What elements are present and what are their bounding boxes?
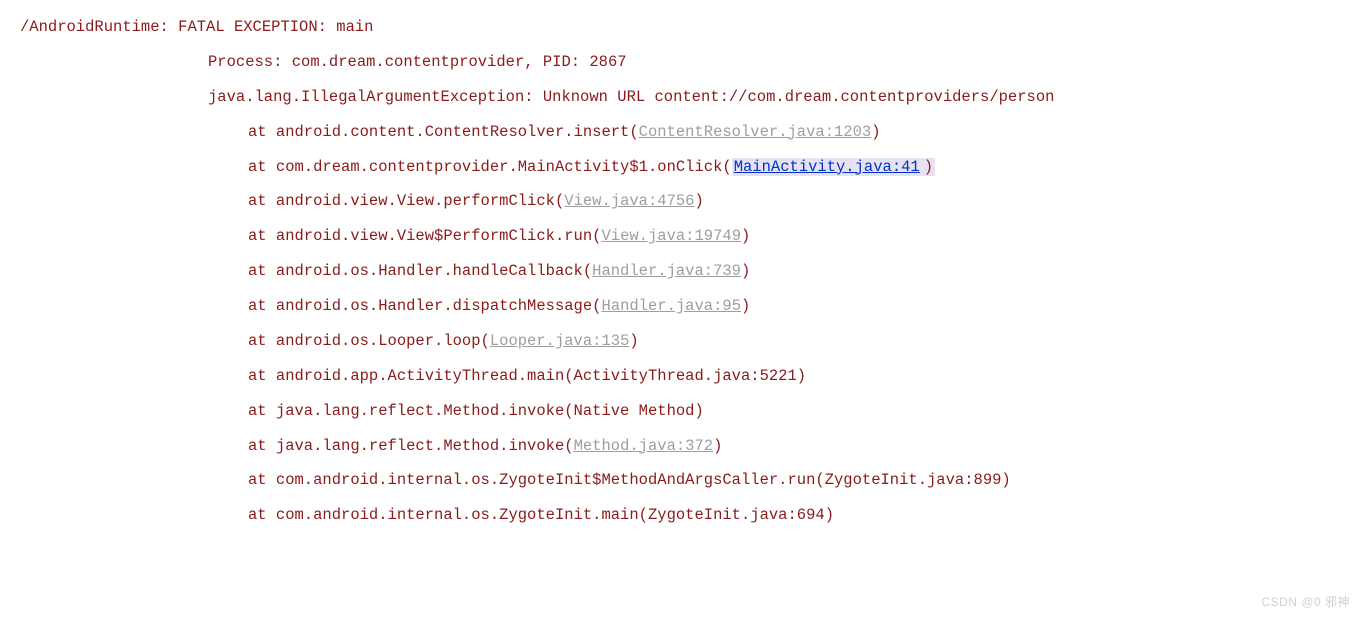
stack-frame: at com.android.internal.os.ZygoteInit$Me… xyxy=(20,463,1362,498)
stack-prefix: at android.os.Looper.loop( xyxy=(248,332,490,350)
log-exception: java.lang.IllegalArgumentException: Unkn… xyxy=(208,88,1054,106)
stack-frame: at android.view.View.performClick(View.j… xyxy=(20,184,1362,219)
stack-suffix: ) xyxy=(713,437,722,455)
selected-span: MainActivity.java:41 xyxy=(732,158,922,176)
stack-suffix: ) xyxy=(871,123,880,141)
log-process: Process: com.dream.contentprovider, PID:… xyxy=(208,53,627,71)
stack-suffix: ) xyxy=(695,192,704,210)
source-link[interactable]: Handler.java:95 xyxy=(601,297,741,315)
stack-frame: at android.app.ActivityThread.main(Activ… xyxy=(20,359,1362,394)
stack-prefix: at java.lang.reflect.Method.invoke(Nativ… xyxy=(248,402,704,420)
log-header-line: /AndroidRuntime: FATAL EXCEPTION: main xyxy=(20,10,1362,45)
stack-frame: at android.view.View$PerformClick.run(Vi… xyxy=(20,219,1362,254)
stack-prefix: at android.os.Handler.dispatchMessage( xyxy=(248,297,601,315)
source-link[interactable]: Handler.java:739 xyxy=(592,262,741,280)
stack-prefix: at com.android.internal.os.ZygoteInit$Me… xyxy=(248,471,1011,489)
stack-suffix: ) xyxy=(741,262,750,280)
stack-prefix: at com.dream.contentprovider.MainActivit… xyxy=(248,158,732,176)
log-tag: /AndroidRuntime: xyxy=(20,18,169,36)
stack-frame: at android.content.ContentResolver.inser… xyxy=(20,115,1362,150)
stack-prefix: at android.app.ActivityThread.main(Activ… xyxy=(248,367,806,385)
stack-prefix: at com.android.internal.os.ZygoteInit.ma… xyxy=(248,506,834,524)
log-exception-line: java.lang.IllegalArgumentException: Unkn… xyxy=(20,80,1362,115)
stack-suffix: ) xyxy=(629,332,638,350)
source-link[interactable]: Looper.java:135 xyxy=(490,332,630,350)
stack-frame: at com.android.internal.os.ZygoteInit.ma… xyxy=(20,498,1362,533)
stack-frame: at android.os.Handler.dispatchMessage(Ha… xyxy=(20,289,1362,324)
stack-frame: at java.lang.reflect.Method.invoke(Metho… xyxy=(20,429,1362,464)
stack-prefix: at android.os.Handler.handleCallback( xyxy=(248,262,592,280)
source-link-active[interactable]: MainActivity.java:41 xyxy=(734,158,920,176)
source-link[interactable]: ContentResolver.java:1203 xyxy=(639,123,872,141)
stack-prefix: at android.view.View.performClick( xyxy=(248,192,564,210)
stack-frame: at android.os.Handler.handleCallback(Han… xyxy=(20,254,1362,289)
stack-frame: at java.lang.reflect.Method.invoke(Nativ… xyxy=(20,394,1362,429)
stacktrace-log: /AndroidRuntime: FATAL EXCEPTION: main P… xyxy=(0,0,1362,533)
source-link[interactable]: Method.java:372 xyxy=(574,437,714,455)
stack-frame: at android.os.Looper.loop(Looper.java:13… xyxy=(20,324,1362,359)
stack-suffix: ) xyxy=(922,158,935,176)
stack-prefix: at java.lang.reflect.Method.invoke( xyxy=(248,437,574,455)
stack-frame: at com.dream.contentprovider.MainActivit… xyxy=(20,150,1362,185)
source-link[interactable]: View.java:19749 xyxy=(601,227,741,245)
stack-suffix: ) xyxy=(741,297,750,315)
log-header: FATAL EXCEPTION: main xyxy=(178,18,373,36)
source-link[interactable]: View.java:4756 xyxy=(564,192,694,210)
stack-suffix: ) xyxy=(741,227,750,245)
stack-prefix: at android.view.View$PerformClick.run( xyxy=(248,227,601,245)
log-process-line: Process: com.dream.contentprovider, PID:… xyxy=(20,45,1362,80)
watermark: CSDN @0 邪神 xyxy=(1261,593,1350,610)
stack-prefix: at android.content.ContentResolver.inser… xyxy=(248,123,639,141)
